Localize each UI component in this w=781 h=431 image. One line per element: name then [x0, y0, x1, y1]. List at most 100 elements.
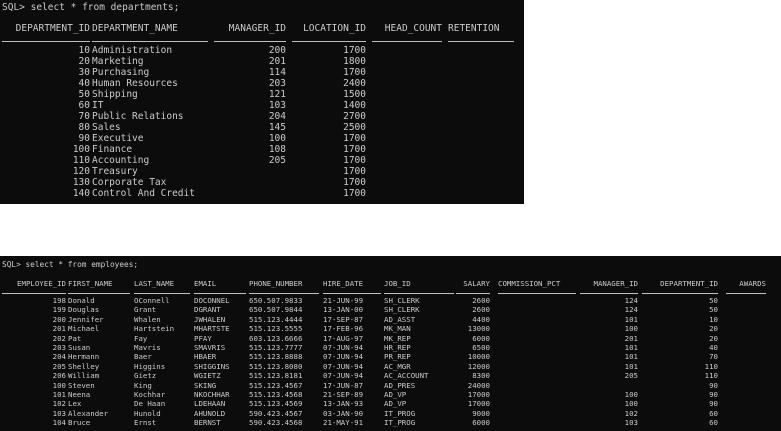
- table-cell: 204: [268, 111, 286, 122]
- column-header: COMMISSION_PCT: [498, 279, 561, 288]
- table-cell: 70: [78, 111, 90, 122]
- table-cell: 1800: [343, 56, 366, 67]
- table-cell: Marketing: [92, 56, 144, 67]
- table-cell: AD_VP: [384, 390, 407, 399]
- table-cell: Hermann: [68, 352, 100, 362]
- table-cell: Kochhar: [134, 390, 166, 399]
- table-cell: AD_PRES: [384, 380, 416, 390]
- table-cell: 198: [52, 296, 66, 305]
- table-cell: 6500: [472, 343, 490, 352]
- table-cell: 60: [709, 408, 718, 418]
- table-cell: OConnell: [134, 296, 170, 305]
- departments-terminal-window[interactable]: SQL> select * from departments; DEPARTME…: [0, 0, 524, 204]
- table-cell: 03-JAN-90: [323, 408, 364, 418]
- sql-prompt-departments: SQL> select * from departments;: [2, 2, 180, 13]
- table-cell: William: [68, 371, 100, 381]
- column-underline: [642, 293, 718, 294]
- column-underline: [214, 41, 286, 42]
- table-cell: 1500: [343, 89, 366, 100]
- table-cell: 8300: [472, 371, 490, 381]
- table-cell: 2600: [472, 296, 490, 305]
- column-underline: [456, 293, 490, 294]
- table-cell: 6000: [472, 333, 490, 343]
- table-cell: 201: [268, 56, 286, 67]
- column-header: FIRST_NAME: [68, 279, 113, 288]
- table-cell: 114: [268, 67, 286, 78]
- table-cell: 103: [268, 100, 286, 111]
- table-cell: BERNST: [194, 418, 221, 428]
- table-cell: AD_VP: [384, 399, 407, 409]
- table-cell: IT: [92, 100, 104, 111]
- table-cell: 1700: [343, 166, 366, 177]
- table-cell: HBAER: [194, 352, 217, 362]
- column-underline: [194, 293, 246, 294]
- table-cell: 1700: [343, 177, 366, 188]
- table-cell: 13-JAN-93: [323, 399, 364, 409]
- table-cell: 1700: [343, 144, 366, 155]
- column-underline: [292, 41, 366, 42]
- table-cell: Bruce: [68, 418, 91, 428]
- table-cell: 1400: [343, 100, 366, 111]
- table-cell: 12000: [467, 361, 490, 371]
- table-cell: 40: [709, 343, 718, 352]
- table-cell: 1700: [343, 155, 366, 166]
- table-cell: 101: [624, 361, 638, 371]
- table-cell: Higgins: [134, 361, 166, 371]
- table-cell: HR_REP: [384, 343, 411, 352]
- table-cell: 110: [704, 371, 718, 381]
- table-cell: 145: [268, 122, 286, 133]
- table-cell: Gietz: [134, 371, 157, 381]
- table-cell: IT_PROG: [384, 408, 416, 418]
- column-underline: [2, 41, 90, 42]
- table-cell: 50: [709, 296, 718, 305]
- table-cell: 515.123.5555: [249, 324, 303, 334]
- table-cell: Shelley: [68, 361, 100, 371]
- table-cell: SH_CLERK: [384, 305, 420, 315]
- table-cell: 124: [624, 305, 638, 315]
- table-cell: King: [134, 380, 152, 390]
- column-underline: [372, 41, 442, 42]
- table-cell: 30: [78, 67, 90, 78]
- column-header: DEPARTMENT_ID: [15, 23, 90, 34]
- table-cell: AC_ACCOUNT: [384, 371, 429, 381]
- table-cell: AHUNOLD: [194, 408, 226, 418]
- table-cell: SMAVRIS: [194, 343, 226, 352]
- table-cell: Neena: [68, 390, 91, 399]
- column-underline: [92, 41, 208, 42]
- table-cell: 17000: [467, 390, 490, 399]
- table-cell: Purchasing: [92, 67, 150, 78]
- table-cell: DGRANT: [194, 305, 221, 315]
- table-cell: Finance: [92, 144, 133, 155]
- table-cell: 100: [624, 390, 638, 399]
- table-cell: 101: [624, 343, 638, 352]
- table-cell: 90: [709, 399, 718, 409]
- table-cell: Pat: [68, 333, 82, 343]
- table-cell: 6000: [472, 418, 490, 428]
- table-cell: 206: [52, 371, 66, 381]
- table-cell: 650.507.9844: [249, 305, 303, 315]
- table-cell: 50: [78, 89, 90, 100]
- table-cell: Alexander: [68, 408, 109, 418]
- table-cell: 130: [72, 177, 90, 188]
- table-cell: SHIGGINS: [194, 361, 230, 371]
- table-cell: 1700: [343, 133, 366, 144]
- table-cell: 100: [52, 380, 66, 390]
- table-cell: 60: [78, 100, 90, 111]
- table-cell: 2500: [343, 122, 366, 133]
- column-header: LOCATION_ID: [303, 23, 366, 34]
- table-cell: 50: [709, 305, 718, 315]
- table-cell: 203: [268, 78, 286, 89]
- table-cell: 100: [268, 133, 286, 144]
- table-cell: 205: [624, 371, 638, 381]
- table-cell: 17-JUN-87: [323, 380, 364, 390]
- column-underline: [498, 293, 576, 294]
- table-cell: Sales: [92, 122, 121, 133]
- employees-terminal-window[interactable]: SQL> select * from employees; EMPLOYEE_I…: [0, 256, 781, 431]
- table-cell: PFAY: [194, 333, 212, 343]
- table-cell: Control And Credit: [92, 188, 195, 199]
- table-cell: Public Relations: [92, 111, 184, 122]
- table-cell: Administration: [92, 45, 173, 56]
- table-cell: IT_PROG: [384, 418, 416, 428]
- table-cell: 07-JUN-94: [323, 352, 364, 362]
- sql-prompt-employees: SQL> select * from employees;: [2, 260, 139, 269]
